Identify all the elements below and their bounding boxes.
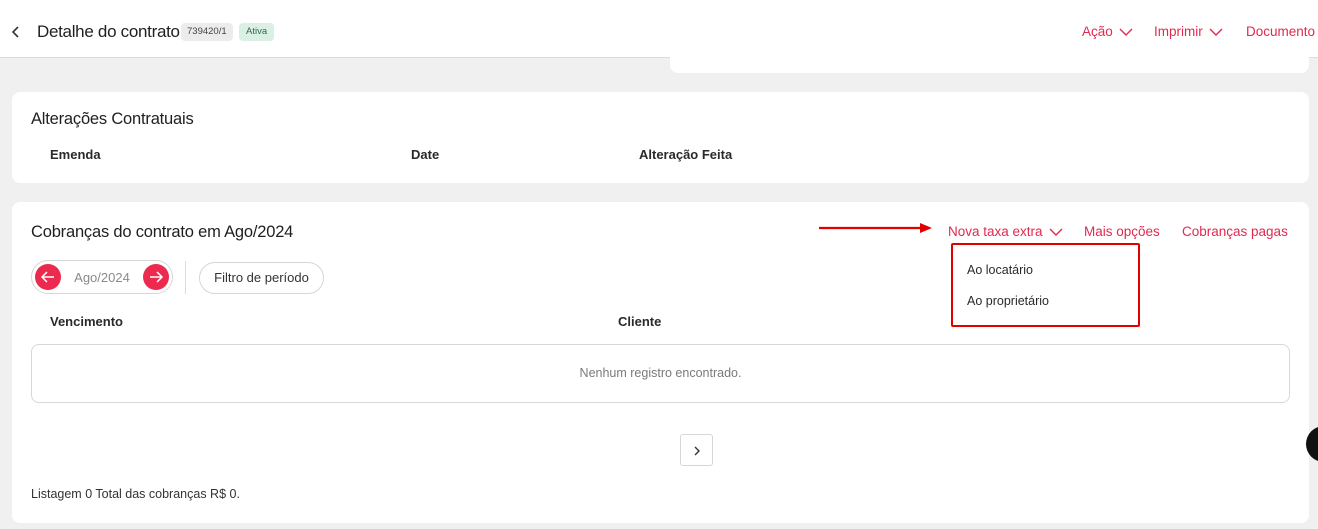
chevron-right-icon [694, 446, 700, 456]
next-period-button[interactable] [143, 264, 169, 290]
imprimir-menu-button[interactable]: Imprimir [1154, 24, 1223, 39]
chevron-left-icon[interactable] [8, 22, 24, 42]
cobrancas-title: Cobranças do contrato em Ago/2024 [31, 223, 294, 241]
next-page-button[interactable] [680, 434, 713, 466]
annotation-arrow-icon [819, 223, 932, 233]
chevron-down-icon [1049, 228, 1063, 236]
documento-label: Documento [1246, 24, 1316, 39]
documento-button[interactable]: Documento [1246, 24, 1315, 39]
column-header-emenda: Emenda [50, 147, 101, 162]
chevron-down-icon [1119, 28, 1133, 36]
mais-opcoes-button[interactable]: Mais opções [1084, 224, 1160, 239]
acao-menu-button[interactable]: Ação [1082, 24, 1133, 39]
column-header-date: Date [411, 147, 440, 162]
imprimir-label: Imprimir [1154, 24, 1203, 39]
page-title: Detalhe do contrato [37, 22, 180, 41]
filtro-periodo-button[interactable]: Filtro de período [199, 262, 324, 294]
cobrancas-pagas-button[interactable]: Cobranças pagas [1182, 224, 1288, 239]
column-header-vencimento: Vencimento [50, 314, 123, 329]
period-navigator: Ago/2024 [31, 260, 173, 294]
empty-message: Nenhum registro encontrado. [579, 366, 742, 380]
contract-id-badge: 739420/1 [181, 23, 233, 41]
footer-total: Listagem 0 Total das cobranças R$ 0. [31, 487, 240, 501]
alteracoes-title: Alterações Contratuais [31, 110, 194, 128]
alteracoes-card: Alterações Contratuais Emenda Date Alter… [12, 92, 1309, 183]
column-header-alteracao: Alteração Feita [639, 147, 733, 162]
acao-label: Ação [1082, 24, 1113, 39]
chevron-down-icon [1209, 28, 1223, 36]
nova-taxa-extra-button[interactable]: Nova taxa extra [948, 224, 1063, 239]
status-badge: Ativa [239, 23, 275, 41]
empty-state: Nenhum registro encontrado. [31, 344, 1290, 403]
nova-taxa-dropdown: Ao locatário Ao proprietário [951, 243, 1140, 327]
nova-taxa-extra-label: Nova taxa extra [948, 224, 1043, 239]
arrow-left-icon [40, 271, 54, 283]
period-label: Ago/2024 [74, 270, 130, 285]
previous-period-button[interactable] [35, 264, 61, 290]
dropdown-item-proprietario[interactable]: Ao proprietário [967, 294, 1049, 308]
column-header-cliente: Cliente [618, 314, 662, 329]
previous-card [670, 50, 1309, 73]
arrow-right-icon [150, 271, 164, 283]
dropdown-item-locatario[interactable]: Ao locatário [967, 263, 1033, 277]
divider [185, 261, 186, 294]
